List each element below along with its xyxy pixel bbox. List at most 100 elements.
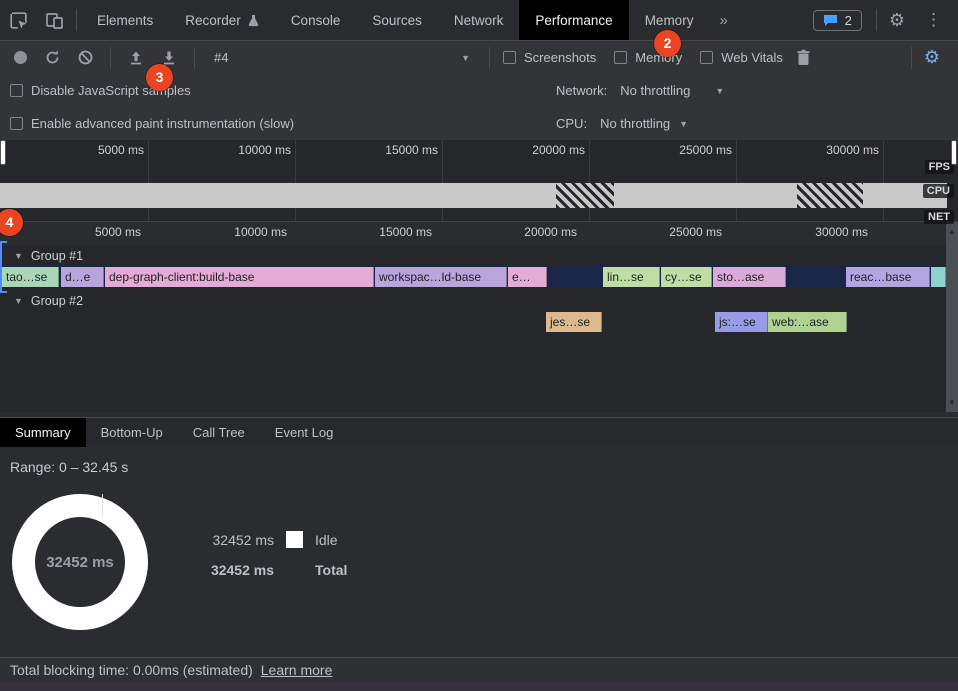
settings-row-2: Enable advanced paint instrumentation (s… <box>0 107 958 140</box>
devtools-window: ElementsRecorderConsoleSourcesNetworkPer… <box>0 0 958 691</box>
triangle-down-icon: ▼ <box>14 251 23 261</box>
profile-select-value: #4 <box>214 50 228 65</box>
flame-bar[interactable]: tao…se <box>2 267 59 287</box>
tab-performance[interactable]: Performance <box>519 0 628 40</box>
flask-icon <box>248 14 259 27</box>
gridline <box>295 140 296 221</box>
gridline <box>883 140 884 221</box>
lane-label-fps: FPS <box>925 160 954 174</box>
settings-gear-icon[interactable]: ⚙ <box>881 10 913 31</box>
cpu-throttling-select[interactable]: CPU: No throttling ▼ <box>556 116 688 131</box>
divider <box>76 9 77 31</box>
checkbox-label: Screenshots <box>524 50 596 65</box>
checkbox-advanced-paint[interactable]: Enable advanced paint instrumentation (s… <box>10 116 294 131</box>
record-button[interactable] <box>14 51 27 64</box>
flame-bar[interactable]: lin…se <box>603 267 660 287</box>
legend-swatch <box>286 531 303 548</box>
flame-bar[interactable]: workspac…ld-base <box>375 267 507 287</box>
tab-event-log[interactable]: Event Log <box>260 418 349 448</box>
tab-summary[interactable]: Summary <box>0 418 86 448</box>
reload-and-record-button[interactable] <box>40 46 64 70</box>
cpu-value: No throttling <box>600 116 670 131</box>
tick-label: 5000 ms <box>53 225 141 239</box>
group-2-header[interactable]: ▼ Group #2 <box>14 294 83 308</box>
tabbar-right-cluster: 2 ⚙ ⋮ <box>813 9 958 31</box>
network-throttling-select[interactable]: Network: No throttling ▼ <box>556 83 724 98</box>
overview-right-handle[interactable] <box>951 140 957 165</box>
tick-label: 15000 ms <box>350 143 438 157</box>
clear-icon[interactable] <box>73 46 97 70</box>
checkbox-label: Web Vitals <box>721 50 783 65</box>
console-messages-button[interactable]: 2 <box>813 10 862 31</box>
flame-bar[interactable]: dep-graph-client:build-base <box>105 267 374 287</box>
checkbox-web-vitals[interactable]: Web Vitals <box>700 50 783 65</box>
flame-bar[interactable]: reac…base <box>846 267 930 287</box>
flame-bar[interactable]: sto…ase <box>713 267 786 287</box>
flame-bar[interactable] <box>931 267 946 287</box>
capture-checkboxes: ScreenshotsMemoryWeb Vitals <box>503 50 783 65</box>
overview-left-handle[interactable] <box>0 140 6 165</box>
network-label: Network: <box>556 83 607 98</box>
more-tabs-button[interactable]: » <box>709 12 737 29</box>
chevron-down-icon: ▼ <box>715 86 724 96</box>
summary-legend: 32452 msIdle32452 msTotal <box>196 531 347 578</box>
capture-settings-gear-icon[interactable]: ⚙ <box>916 47 948 68</box>
cpu-hatch-segment <box>556 183 614 208</box>
tab-sources[interactable]: Sources <box>356 0 438 40</box>
tick-label: 5000 ms <box>56 143 144 157</box>
vertical-scrollbar[interactable]: ▲ ▼ <box>946 222 958 412</box>
scroll-up-icon[interactable]: ▲ <box>946 227 958 236</box>
legend-value: 32452 ms <box>196 532 274 548</box>
performance-toolbar: #4 ▼ ScreenshotsMemoryWeb Vitals ⚙ <box>0 41 958 74</box>
tab-strip: ElementsRecorderConsoleSourcesNetworkPer… <box>81 0 709 40</box>
checkbox-box <box>700 51 713 64</box>
chevron-down-icon: ▼ <box>461 53 470 63</box>
tick-label: 10000 ms <box>199 225 287 239</box>
notification-badge[interactable]: 2 <box>654 30 681 57</box>
flamechart-ruler[interactable]: 5000 ms10000 ms15000 ms20000 ms25000 ms3… <box>0 222 946 246</box>
cpu-hatch-segment <box>797 183 863 208</box>
flamechart[interactable]: ▼ Group #1 tao…sed…edep-graph-client:bui… <box>0 246 946 412</box>
total-blocking-time-text: Total blocking time: 0.00ms (estimated) <box>10 662 253 678</box>
group-1-header[interactable]: ▼ Group #1 <box>14 249 83 263</box>
trash-icon[interactable] <box>792 46 816 70</box>
tab-bottom-up[interactable]: Bottom-Up <box>86 418 178 448</box>
devtools-tabbar: ElementsRecorderConsoleSourcesNetworkPer… <box>0 0 958 41</box>
flame-bar[interactable]: jes…se <box>546 312 602 332</box>
tab-recorder[interactable]: Recorder <box>169 0 275 40</box>
footer-bar: Total blocking time: 0.00ms (estimated) … <box>0 657 958 682</box>
triangle-down-icon: ▼ <box>14 296 23 306</box>
upload-profile-icon[interactable] <box>124 46 148 70</box>
tick-label: 15000 ms <box>344 225 432 239</box>
group-1-label: Group #1 <box>31 249 83 263</box>
gridline <box>148 140 149 221</box>
flame-bar[interactable]: cy…se <box>661 267 712 287</box>
performance-controls: #4 ▼ ScreenshotsMemoryWeb Vitals ⚙ Disab… <box>0 41 958 140</box>
tick-label: 30000 ms <box>791 143 879 157</box>
divider <box>911 47 912 69</box>
gridline <box>736 140 737 221</box>
checkbox-box <box>503 51 516 64</box>
flame-bar[interactable]: web:…ase <box>768 312 847 332</box>
profile-select[interactable]: #4 ▼ <box>208 50 476 65</box>
legend-value: 32452 ms <box>196 562 274 578</box>
flame-bar[interactable]: e… <box>508 267 547 287</box>
checkbox-screenshots[interactable]: Screenshots <box>503 50 596 65</box>
inspect-element-button[interactable] <box>0 0 36 40</box>
chat-bubble-icon <box>823 14 838 27</box>
checkbox-box <box>10 117 23 130</box>
tab-console[interactable]: Console <box>275 0 357 40</box>
tab-network[interactable]: Network <box>438 0 520 40</box>
tab-elements[interactable]: Elements <box>81 0 169 40</box>
device-toolbar-icon[interactable] <box>36 0 72 40</box>
learn-more-link[interactable]: Learn more <box>261 662 333 678</box>
scroll-down-icon[interactable]: ▼ <box>946 398 958 407</box>
divider <box>110 47 111 69</box>
flame-bar[interactable]: js:…se <box>715 312 768 332</box>
chevron-down-icon: ▼ <box>679 119 688 129</box>
flame-bar[interactable]: d…e <box>61 267 104 287</box>
timeline-overview[interactable]: 5000 ms10000 ms15000 ms20000 ms25000 ms3… <box>0 140 958 222</box>
notification-badge[interactable]: 3 <box>146 64 173 91</box>
tab-call-tree[interactable]: Call Tree <box>178 418 260 448</box>
kebab-menu-icon[interactable]: ⋮ <box>913 10 954 30</box>
